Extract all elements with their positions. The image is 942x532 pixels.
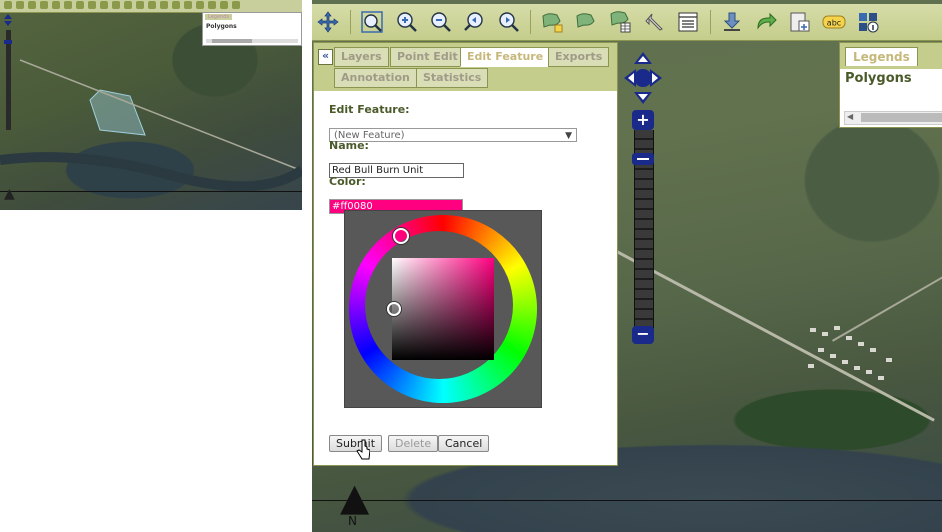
collapse-panel-button[interactable]: « [318, 49, 333, 65]
thumbnail-zoom-bar [4, 14, 12, 130]
label-icon[interactable]: abc [820, 8, 848, 36]
zoom-slider-handle[interactable] [632, 153, 654, 165]
thumbnail-scale-line [0, 191, 302, 192]
zoom-in-icon[interactable] [392, 8, 420, 36]
thumbnail-legend-title: Polygons [206, 23, 237, 30]
color-label: Color: [329, 175, 366, 188]
north-arrow-label: N [348, 514, 357, 528]
map-toolbar: abc [312, 4, 942, 41]
zoom-next-icon[interactable] [494, 8, 522, 36]
panel-tab-bar: « Layers Point Edit Edit Feature Exports… [314, 43, 617, 91]
zoom-out-button[interactable]: − [632, 326, 654, 344]
cancel-button[interactable]: Cancel [438, 435, 490, 452]
map-town [800, 320, 900, 390]
legend-scrollbar[interactable]: ◀ [844, 111, 942, 125]
zoom-extent-icon[interactable] [358, 8, 386, 36]
attribute-table-icon[interactable] [674, 8, 702, 36]
saturation-value-box[interactable] [392, 258, 494, 360]
legend-header: Legends [840, 43, 942, 69]
tab-point-edit[interactable]: Point Edit [390, 47, 465, 67]
thumbnail-legend-tab: Legends [205, 14, 232, 20]
thumbnail-north-arrow-icon: ▲ [4, 186, 15, 202]
tab-edit-feature[interactable]: Edit Feature [460, 47, 551, 67]
tab-layers[interactable]: Layers [334, 47, 389, 67]
edit-feature-panel: « Layers Point Edit Edit Feature Exports… [313, 42, 618, 466]
download-icon[interactable] [718, 8, 746, 36]
scroll-left-icon[interactable]: ◀ [847, 112, 853, 121]
zoom-previous-icon[interactable] [460, 8, 488, 36]
hue-marker[interactable] [393, 228, 409, 244]
legend-title: Polygons [845, 71, 912, 86]
edit-polygon-icon[interactable] [572, 8, 600, 36]
saturation-marker[interactable] [387, 302, 401, 316]
legend-tab[interactable]: Legends [845, 47, 918, 66]
edit-feature-label: Edit Feature: [329, 103, 410, 116]
dropdown-arrow-icon: ▼ [565, 131, 572, 141]
thumbnail-map: Legends Polygons ▲ [0, 0, 302, 210]
tab-annotation[interactable]: Annotation [334, 68, 417, 88]
zoom-out-icon[interactable] [426, 8, 454, 36]
tab-exports[interactable]: Exports [548, 47, 610, 67]
north-arrow-icon: ▲ [340, 475, 370, 519]
zoom-in-button[interactable]: + [632, 110, 654, 130]
draw-polygon-icon[interactable] [538, 8, 566, 36]
map-scale-line [312, 500, 942, 501]
mouse-cursor-icon [356, 439, 370, 460]
export-map-icon[interactable] [786, 8, 814, 36]
redo-icon[interactable] [752, 8, 780, 36]
pan-control[interactable] [624, 52, 662, 104]
legend-panel: Legends Polygons ◀ [839, 42, 942, 128]
pan-icon[interactable] [314, 8, 342, 36]
thumbnail-legend: Legends Polygons [202, 12, 302, 46]
tab-statistics[interactable]: Statistics [416, 68, 489, 88]
thumbnail-legend-scrollbar [206, 39, 298, 43]
identify-icon[interactable] [854, 8, 882, 36]
name-label: Name: [329, 139, 369, 152]
label-icon-text: abc [827, 19, 841, 28]
thumbnail-tool-icons [4, 1, 240, 11]
polygon-table-icon[interactable] [606, 8, 634, 36]
delete-button[interactable]: Delete [388, 435, 439, 452]
edit-feature-form: Edit Feature: (New Feature) ▼ Name: Colo… [314, 91, 617, 465]
legend-scroll-thumb[interactable] [861, 113, 942, 122]
color-picker[interactable] [344, 210, 542, 408]
select-arrow-icon[interactable] [640, 8, 668, 36]
